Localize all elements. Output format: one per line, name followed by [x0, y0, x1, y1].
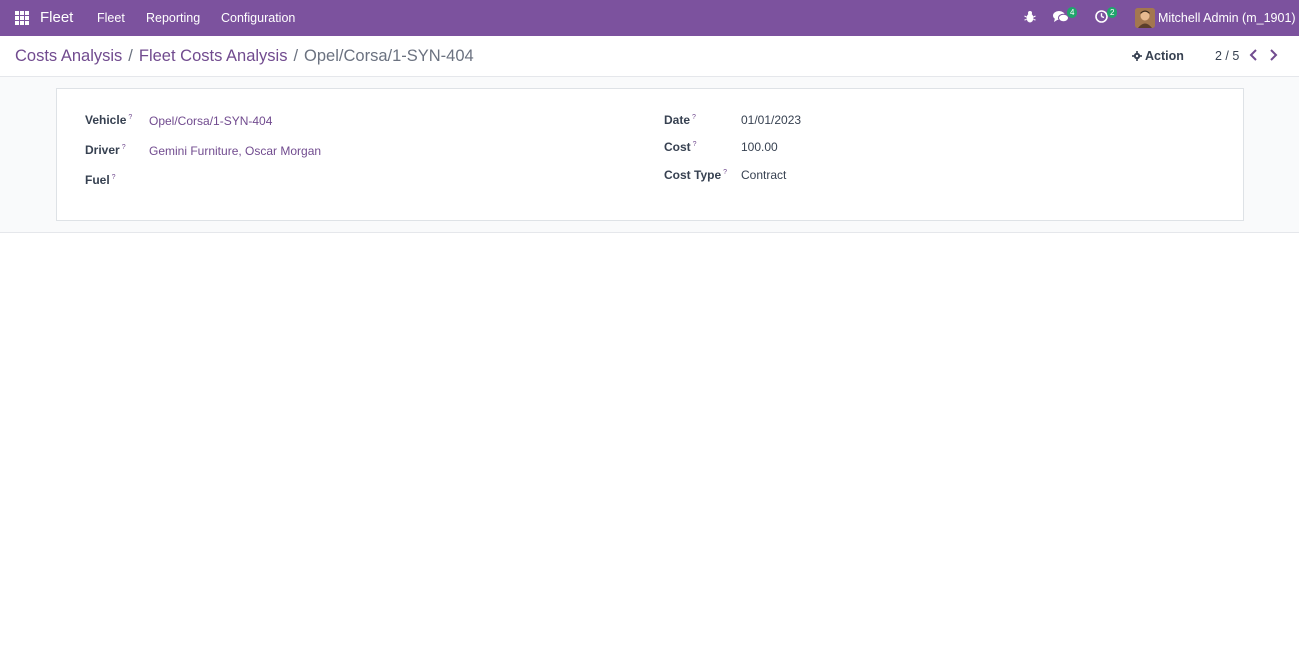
vehicle-label: Vehicle? [85, 113, 133, 127]
messages-badge: 4 [1067, 7, 1078, 18]
action-button[interactable]: Action [1132, 49, 1184, 63]
date-label: Date? [664, 113, 696, 127]
cost-type-help-icon[interactable]: ? [723, 169, 727, 176]
action-label: Action [1145, 49, 1184, 63]
fuel-help-icon[interactable]: ? [112, 174, 116, 181]
top-navbar: Fleet Fleet Reporting Configuration 4 2 [0, 0, 1299, 36]
control-panel: Costs Analysis / Fleet Costs Analysis / Opel… [0, 36, 1299, 77]
activities-badge: 2 [1107, 7, 1118, 18]
pager-value[interactable]: 2 / 5 [1215, 49, 1239, 63]
vehicle-help-icon[interactable]: ? [128, 114, 132, 121]
cost-type-label: Cost Type? [664, 168, 728, 182]
form-sheet: Vehicle? Opel/Corsa/1-SYN-404 Driver? Ge… [56, 88, 1244, 221]
breadcrumb-fleet-costs-analysis[interactable]: Fleet Costs Analysis [139, 47, 288, 65]
apps-grid-icon[interactable] [15, 11, 29, 25]
gear-icon [1132, 51, 1142, 61]
breadcrumb-separator: / [128, 47, 133, 65]
cost-help-icon[interactable]: ? [693, 141, 697, 148]
messages-button[interactable]: 4 [1053, 7, 1078, 24]
driver-label: Driver? [85, 143, 126, 157]
user-name[interactable]: Mitchell Admin (m_1901) [1158, 11, 1296, 25]
menu-configuration[interactable]: Configuration [221, 11, 295, 25]
activities-button[interactable]: 2 [1095, 7, 1118, 24]
app-brand[interactable]: Fleet [40, 9, 73, 26]
fuel-label: Fuel? [85, 173, 116, 187]
cost-label: Cost? [664, 140, 697, 154]
bug-icon[interactable] [1024, 10, 1036, 24]
date-help-icon[interactable]: ? [692, 114, 696, 121]
user-avatar[interactable] [1135, 8, 1155, 28]
menu-reporting[interactable]: Reporting [146, 11, 200, 25]
chevron-right-icon[interactable] [1267, 48, 1279, 62]
breadcrumb: Costs Analysis / Fleet Costs Analysis / Opel… [15, 47, 474, 66]
cost-value: 100.00 [741, 140, 778, 154]
breadcrumb-separator: / [293, 47, 299, 65]
cost-type-value: Contract [741, 168, 787, 182]
menu-fleet[interactable]: Fleet [97, 11, 125, 25]
breadcrumb-costs-analysis[interactable]: Costs Analysis [15, 47, 122, 65]
chevron-left-icon[interactable] [1248, 48, 1260, 62]
driver-value[interactable]: Gemini Furniture, Oscar Morgan [149, 144, 321, 158]
vehicle-value[interactable]: Opel/Corsa/1-SYN-404 [149, 114, 272, 128]
date-value: 01/01/2023 [741, 113, 802, 127]
breadcrumb-current: Opel/Corsa/1-SYN-404 [304, 47, 474, 65]
driver-help-icon[interactable]: ? [122, 144, 126, 151]
